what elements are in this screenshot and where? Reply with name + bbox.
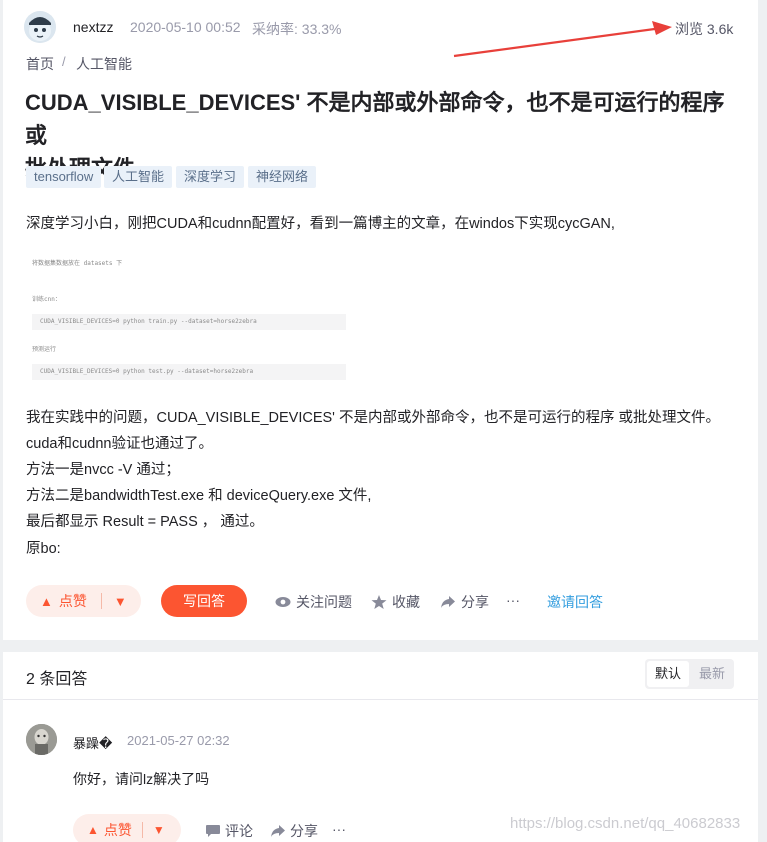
tag-tensorflow[interactable]: tensorflow <box>26 166 102 188</box>
share-arrow-icon <box>271 825 285 837</box>
like-label: 点赞 <box>58 593 87 609</box>
answer-more-button[interactable]: ··· <box>332 821 346 837</box>
body-line-2: cuda和cudnn验证也通过了。 <box>26 436 213 452</box>
share-button[interactable]: 分享 <box>440 592 489 612</box>
tag-deep-learning[interactable]: 深度学习 <box>176 166 245 188</box>
body-line-5: 最后都显示 Result = PASS ， 通过。 <box>26 514 264 530</box>
more-button[interactable]: ··· <box>506 592 520 608</box>
answer-like-label: 点赞 <box>103 822 132 838</box>
shot-text-1: 将数据集数据放在 datasets 下 <box>32 260 123 267</box>
like-button[interactable]: ▲ 点赞 ▼ <box>26 585 141 617</box>
sort-default-tab[interactable]: 默认 <box>647 661 689 687</box>
collect-label: 收藏 <box>392 594 420 610</box>
like-divider <box>100 593 102 609</box>
collect-button[interactable]: 收藏 <box>371 592 420 612</box>
answer-like-button[interactable]: ▲ 点赞 ▼ <box>73 814 181 842</box>
follow-label: 关注问题 <box>296 594 352 610</box>
answer-author-avatar[interactable] <box>26 724 57 755</box>
eye-icon <box>275 597 291 607</box>
watermark: https://blog.csdn.net/qq_40682833 <box>510 815 741 832</box>
breadcrumb-home[interactable]: 首页 <box>26 54 54 74</box>
shot-code-1: CUDA_VISIBLE_DEVICES=0 python train.py -… <box>40 318 257 325</box>
body-line-3: 方法一是nvcc -V 通过； <box>26 462 180 478</box>
answer-share-button[interactable]: 分享 <box>270 821 318 841</box>
view-count: 浏览 3.6k <box>675 21 734 37</box>
question-author[interactable]: nextzz <box>73 19 113 35</box>
write-answer-button[interactable]: 写回答 <box>161 585 247 617</box>
red-arrow-annotation <box>453 21 672 58</box>
answer-time: 2021-05-27 02:32 <box>127 733 230 748</box>
sort-newest-tab[interactable]: 最新 <box>691 661 733 687</box>
question-time: 2020-05-10 00:52 <box>130 19 241 35</box>
invite-answer-link[interactable]: 邀请回答 <box>547 592 603 612</box>
answers-count: 2 条回答 <box>26 671 88 688</box>
answer-text: 你好，请问lz解决了吗 <box>73 771 210 787</box>
shot-code-2: CUDA_VISIBLE_DEVICES=0 python test.py --… <box>40 368 254 375</box>
share-arrow-icon <box>441 596 455 608</box>
body-line-6: 原bo: <box>26 541 61 557</box>
breadcrumb-separator: / <box>62 54 66 69</box>
embedded-screenshot: 将数据集数据放在 datasets 下 训练cnn： CUDA_VISIBLE_… <box>28 248 348 383</box>
answer-comment-label: 评论 <box>225 823 253 839</box>
sort-switch: 默认 最新 <box>645 659 734 689</box>
author-avatar[interactable] <box>24 11 56 43</box>
tag-neural-network[interactable]: 神经网络 <box>248 166 317 188</box>
answer-share-label: 分享 <box>290 823 318 839</box>
answer-like-divider <box>141 822 143 838</box>
breadcrumb-category[interactable]: 人工智能 <box>76 54 132 74</box>
shot-text-2: 训练cnn： <box>32 296 61 303</box>
question-intro: 深度学习小白，刚把CUDA和cudnn配置好，看到一篇博主的文章，在windos… <box>26 216 615 232</box>
share-label: 分享 <box>461 594 489 610</box>
shot-text-3: 预测运行 <box>32 346 57 353</box>
thumb-up-icon: ▲ <box>87 823 99 837</box>
body-line-4: 方法二是bandwidthTest.exe 和 deviceQuery.exe … <box>26 488 372 504</box>
thumb-up-icon: ▲ <box>40 593 53 609</box>
thumb-down-icon[interactable]: ▼ <box>153 823 165 837</box>
tag-ai[interactable]: 人工智能 <box>104 166 173 188</box>
more-icon: ··· <box>506 592 520 608</box>
body-line-1: 我在实践中的问题，CUDA_VISIBLE_DEVICES' 不是内部或外部命令… <box>26 410 721 426</box>
answer-more-icon: ··· <box>332 821 346 837</box>
answer-comment-button[interactable]: 评论 <box>205 821 253 841</box>
divider <box>3 699 758 700</box>
accept-rate: 采纳率: 33.3% <box>252 21 342 37</box>
thumb-down-icon[interactable]: ▼ <box>114 594 127 609</box>
follow-question-button[interactable]: 关注问题 <box>275 592 352 612</box>
title-line-1: CUDA_VISIBLE_DEVICES' 不是内部或外部命令，也不是可运行的程… <box>25 90 725 148</box>
comment-icon <box>206 825 220 837</box>
star-icon <box>371 595 387 609</box>
answer-author[interactable]: 暴躁� <box>73 733 112 752</box>
